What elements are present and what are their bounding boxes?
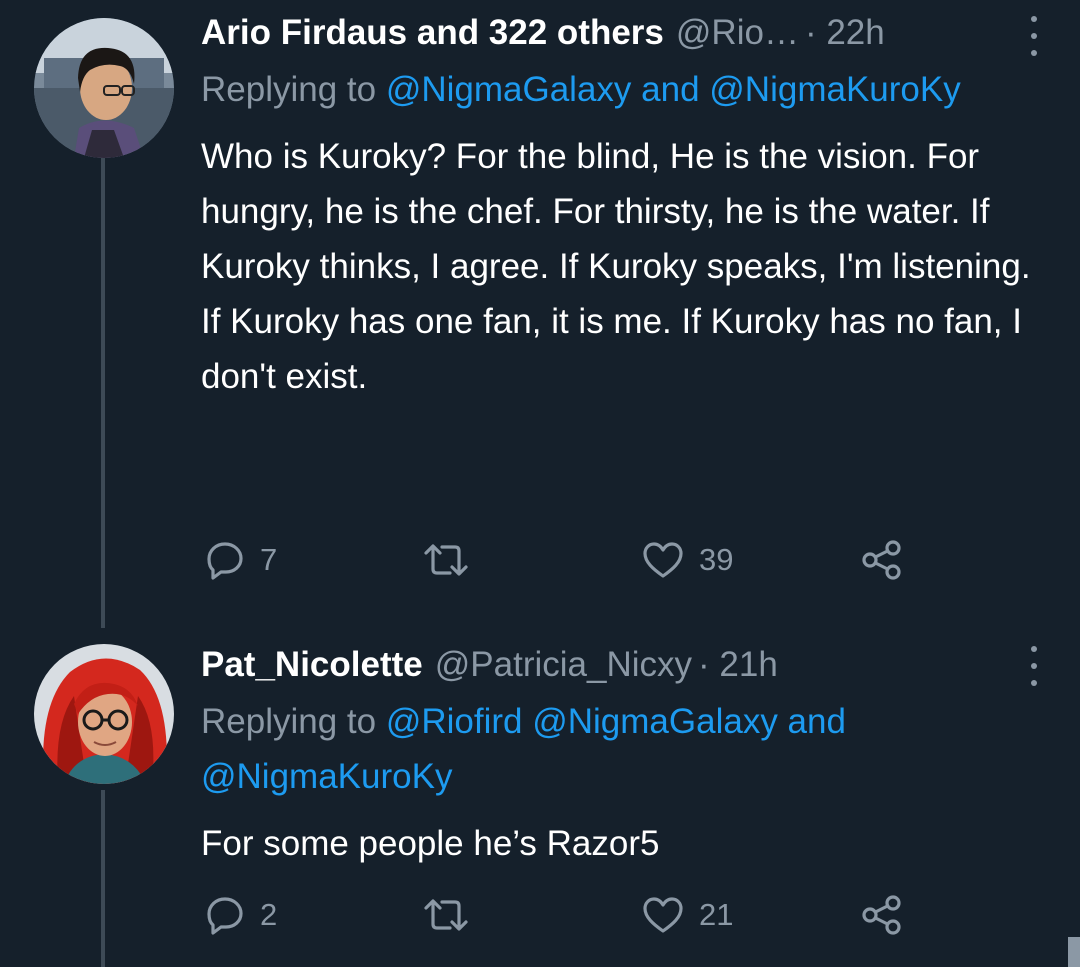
retweet-button[interactable] [422,535,484,585]
display-name[interactable]: Pat_Nicolette [201,640,423,690]
reply-icon [207,542,243,580]
like-icon [643,897,683,933]
more-icon[interactable] [1024,646,1044,686]
share-icon [862,540,901,580]
like-button[interactable]: 39 [641,535,733,585]
share-button[interactable] [860,535,904,585]
replying-to: Replying to @Riofird @NigmaGalaxy and @N… [201,694,1041,804]
tweet-header: Ario Firdaus and 322 others @Rio… · 22h [201,8,1041,58]
tweet-text: Who is Kuroky? For the blind, He is the … [201,137,1031,396]
timestamp[interactable]: · 21h [698,640,778,690]
like-count: 21 [699,897,734,932]
retweet-icon [424,544,468,576]
like-button[interactable]: 21 [641,890,733,940]
avatar[interactable] [34,644,174,784]
scrollbar[interactable] [1068,937,1080,967]
avatar[interactable] [34,18,174,158]
tweet-content: Pat_Nicolette @Patricia_Nicxy · 21h Repl… [201,640,1041,871]
replying-label: Replying to [201,702,386,741]
tweet-content: Ario Firdaus and 322 others @Rio… · 22h … [201,8,1041,404]
reply-icon [207,897,243,935]
share-icon [862,895,901,935]
share-button[interactable] [860,890,904,940]
tweet-header: Pat_Nicolette @Patricia_Nicxy · 21h [201,640,1041,690]
tweet[interactable]: Ario Firdaus and 322 others @Rio… · 22h … [0,0,1080,620]
timestamp[interactable]: · 22h [805,8,885,58]
tweet-actions: 7 39 [204,535,904,585]
replying-label: Replying to [201,70,386,109]
like-icon [643,542,683,578]
replying-to: Replying to @NigmaGalaxy and @NigmaKuroK… [201,62,1041,117]
avatar-illustration [34,644,174,784]
reply-count: 2 [260,897,278,932]
username[interactable]: @Rio… [676,8,799,58]
reply-button[interactable]: 7 [204,535,277,585]
display-name[interactable]: Ario Firdaus and 322 others [201,8,664,58]
timeline: Ario Firdaus and 322 others @Rio… · 22h … [0,0,1080,967]
tweet-actions: 2 21 [204,890,904,940]
retweet-button[interactable] [422,890,484,940]
username[interactable]: @Patricia_Nicxy [435,640,692,690]
reply-button[interactable]: 2 [204,890,277,940]
retweet-icon [424,899,468,931]
tweet[interactable]: Pat_Nicolette @Patricia_Nicxy · 21h Repl… [0,628,1080,967]
reply-mentions[interactable]: @NigmaGalaxy and @NigmaKuroKy [386,70,961,109]
more-icon[interactable] [1024,16,1044,56]
tweet-text: For some people he’s Razor5 [201,824,660,863]
reply-count: 7 [260,542,278,577]
like-count: 39 [699,542,734,577]
avatar-photo [34,18,174,158]
